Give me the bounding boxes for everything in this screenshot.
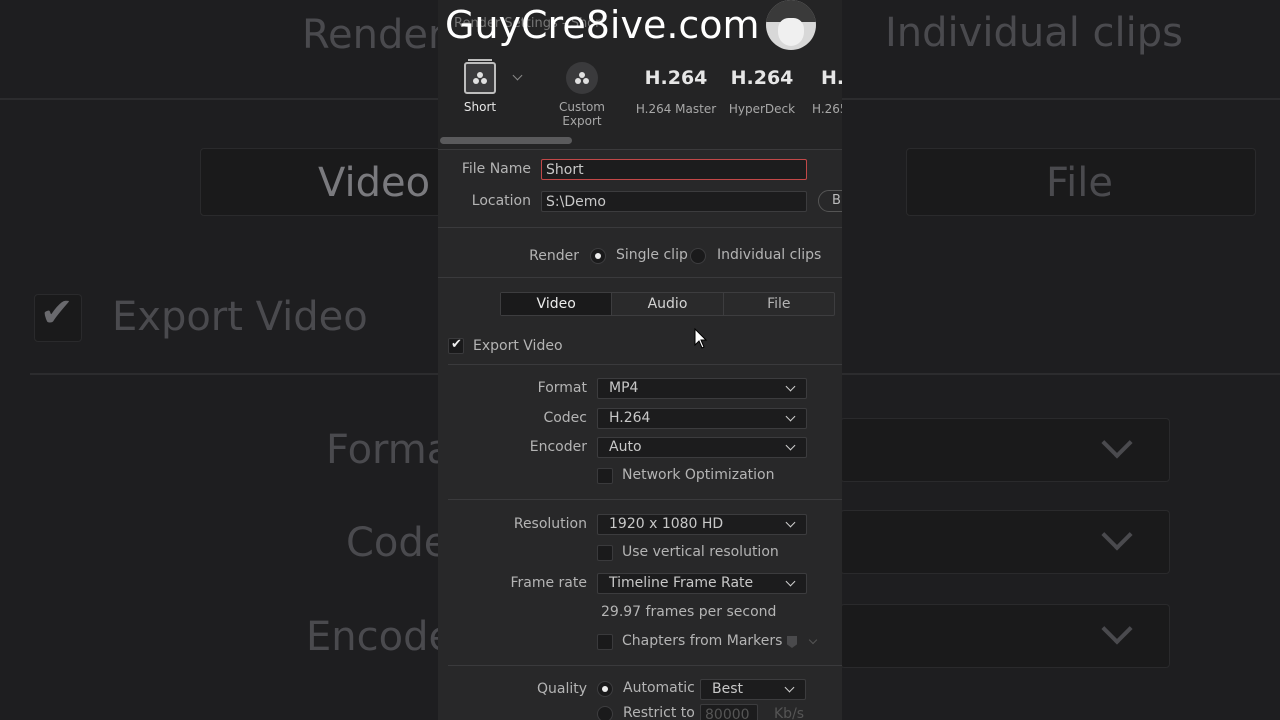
resolution-value: 1920 x 1080 HD (609, 516, 724, 532)
format-value: MP4 (609, 380, 639, 396)
preset-h264-master[interactable]: H.264 H.264 Master (634, 60, 718, 116)
preset-label: HyperDeck (728, 102, 796, 116)
preset-codec-text: H. (821, 67, 842, 89)
divider (448, 665, 842, 666)
restrict-label: Restrict to (623, 705, 695, 720)
divider (438, 277, 842, 278)
tab-video[interactable]: Video (501, 293, 613, 315)
vertical-resolution-checkbox[interactable] (597, 545, 613, 561)
render-settings-panel: Render Settings - Short Short Custom Exp… (438, 0, 842, 720)
render-mode-label: Render (529, 248, 579, 264)
codec-value: H.264 (609, 410, 651, 426)
network-optimization-label: Network Optimization (622, 467, 775, 483)
export-video-label: Export Video (473, 338, 563, 354)
preset-scrollbar[interactable] (440, 137, 572, 144)
preset-label: H.264 Master (635, 102, 717, 116)
location-label: Location (471, 193, 531, 209)
preset-codec-text: H.264 (644, 67, 708, 89)
chevron-down-icon (808, 635, 818, 645)
quality-select[interactable]: Best (700, 679, 806, 700)
tab-audio[interactable]: Audio (612, 293, 724, 315)
codec-label: Codec (543, 410, 587, 426)
marker-color-icon (787, 636, 797, 648)
network-optimization-checkbox[interactable] (597, 468, 613, 484)
format-label: Format (537, 380, 587, 396)
file-name-label: File Name (461, 161, 531, 177)
restrict-radio[interactable] (597, 706, 613, 720)
preset-custom-export[interactable]: Custom Export (538, 60, 626, 128)
restrict-unit: Kb/s (774, 706, 805, 720)
settings-tabs: Video Audio File (500, 292, 835, 316)
chevron-down-icon[interactable] (512, 70, 523, 81)
quality-automatic-label: Automatic (623, 680, 695, 696)
codec-select[interactable]: H.264 (597, 408, 807, 429)
bg-individual-label: Individual clips (885, 10, 1183, 56)
encoder-value: Auto (609, 439, 642, 455)
file-name-input[interactable]: Short (541, 159, 807, 180)
single-clip-radio[interactable] (590, 248, 606, 264)
frame-rate-select[interactable]: Timeline Frame Rate (597, 573, 807, 594)
export-video-checkbox[interactable] (448, 337, 464, 354)
bg-render-label: Render (302, 12, 445, 58)
quality-value: Best (712, 681, 744, 697)
resolution-select[interactable]: 1920 x 1080 HD (597, 514, 807, 535)
fps-readout: 29.97 frames per second (601, 604, 777, 620)
chevron-down-icon (785, 381, 796, 392)
single-clip-label: Single clip (616, 247, 688, 263)
chevron-down-icon (785, 576, 796, 587)
divider (438, 149, 842, 150)
chevron-down-icon (785, 411, 796, 422)
chapters-label: Chapters from Markers (622, 633, 783, 649)
bg-encoder-label: Encode (306, 614, 454, 660)
preset-label: H.265 (812, 102, 842, 116)
preset-h265[interactable]: H. H.265 (810, 60, 842, 116)
preset-hyperdeck[interactable]: H.264 HyperDeck (724, 60, 800, 116)
chevron-down-icon (784, 682, 795, 693)
avatar (765, 0, 816, 50)
encoder-select[interactable]: Auto (597, 437, 807, 458)
watermark-text: GuyCre8ive.com (445, 3, 760, 47)
bg-check-mark: ✔ (40, 290, 74, 336)
restrict-input[interactable]: 80000 (700, 704, 758, 720)
bg-codec-label: Code (346, 520, 449, 566)
vertical-resolution-label: Use vertical resolution (622, 544, 779, 560)
preset-label: Custom Export (559, 100, 605, 128)
bg-export-video-label: Export Video (112, 294, 368, 340)
chapters-checkbox[interactable] (597, 634, 613, 650)
preset-label: Short (463, 100, 497, 114)
render-preset-icon (464, 59, 496, 94)
browse-button[interactable]: B (818, 190, 842, 212)
individual-clips-radio[interactable] (690, 248, 706, 264)
quality-label: Quality (536, 681, 587, 697)
chevron-down-icon (785, 517, 796, 528)
bg-file-label: File (1046, 160, 1113, 206)
frame-rate-label: Frame rate (510, 575, 587, 591)
preset-codec-text: H.264 (730, 67, 794, 89)
bg-video-label: Video (318, 160, 431, 206)
resolution-label: Resolution (513, 516, 587, 532)
frame-rate-value: Timeline Frame Rate (609, 575, 754, 591)
location-input[interactable]: S:\Demo (541, 191, 807, 212)
encoder-label: Encoder (529, 439, 587, 455)
divider (438, 227, 842, 228)
divider (448, 364, 842, 365)
divider (448, 499, 842, 500)
quality-automatic-radio[interactable] (597, 681, 613, 697)
preset-short[interactable]: Short (460, 59, 500, 114)
watermark: GuyCre8ive.com (445, 0, 816, 50)
chevron-down-icon (785, 440, 796, 451)
individual-clips-label: Individual clips (717, 247, 822, 263)
tab-file[interactable]: File (724, 293, 834, 315)
format-select[interactable]: MP4 (597, 378, 807, 399)
custom-export-icon (566, 62, 598, 94)
